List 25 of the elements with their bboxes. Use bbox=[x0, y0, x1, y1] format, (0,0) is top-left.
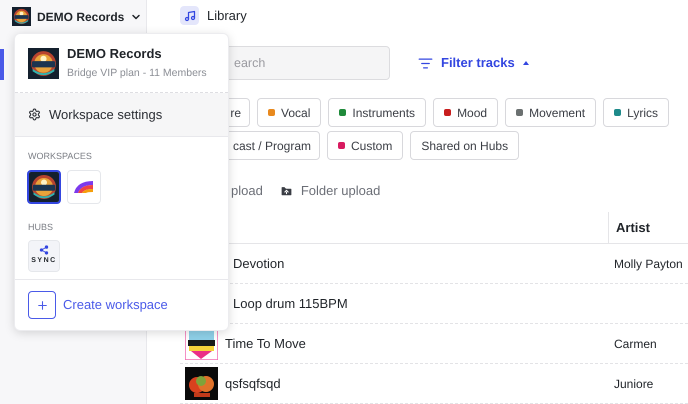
track-title[interactable]: Loop drum 115BPM bbox=[225, 294, 348, 314]
upload-button[interactable]: Folder upload bbox=[280, 181, 380, 201]
tag-chip[interactable]: Instruments bbox=[328, 98, 426, 127]
tag-chip[interactable]: Shared on Hubs bbox=[410, 131, 520, 160]
workspace-settings-item[interactable]: Workspace settings bbox=[15, 93, 228, 137]
workspace-name[interactable]: DEMO Records bbox=[37, 8, 124, 26]
track-title[interactable]: Time To Move bbox=[225, 334, 306, 354]
track-title[interactable]: qsfsqfsqd bbox=[225, 374, 281, 394]
filter-tracks-button[interactable]: Filter tracks bbox=[418, 53, 529, 73]
artist-name: Molly Payton bbox=[613, 256, 683, 272]
tag-chip[interactable]: Lyrics bbox=[603, 98, 670, 127]
workspace-name: DEMO Records bbox=[67, 44, 163, 63]
artist-name: Carmen bbox=[613, 336, 657, 352]
tag-chip[interactable]: Custom bbox=[327, 131, 404, 160]
tag-chip[interactable]: Mood bbox=[433, 98, 498, 127]
column-header[interactable]: Artist bbox=[616, 218, 650, 238]
section-label: HUBS bbox=[27, 220, 54, 234]
create-workspace-link[interactable]: Create workspace bbox=[63, 295, 168, 315]
page-title: Library bbox=[207, 6, 247, 25]
upload-button[interactable]: pload bbox=[231, 181, 263, 201]
tag-chip[interactable]: Movement bbox=[505, 98, 596, 127]
tag-chip[interactable]: Vocal bbox=[257, 98, 322, 127]
artist-name: Juniore bbox=[613, 376, 654, 392]
track-title[interactable]: Devotion bbox=[225, 254, 284, 274]
section-label: WORKSPACES bbox=[27, 150, 93, 163]
